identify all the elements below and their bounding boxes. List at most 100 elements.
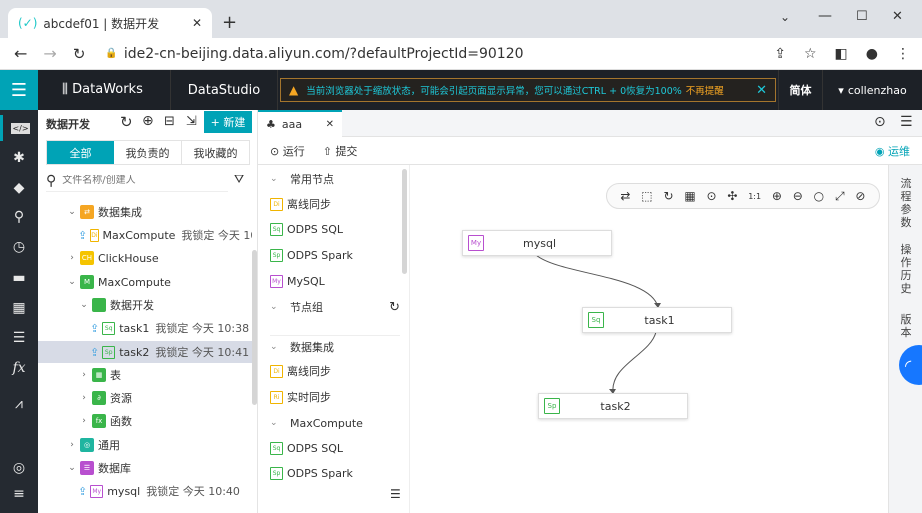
expand-arrow-icon[interactable]: › xyxy=(66,440,78,450)
canvas-tool-icon[interactable]: ⤢ xyxy=(835,189,845,204)
profile-icon[interactable]: ● xyxy=(866,46,878,62)
tree-item[interactable]: › ▦ 表 xyxy=(38,364,252,386)
dont-remind-link[interactable]: 不再提醒 xyxy=(686,83,724,97)
tab-mine[interactable]: 我负责的 xyxy=(114,141,182,164)
maximize-icon[interactable]: ☐ xyxy=(856,9,868,24)
share-icon[interactable]: ⇪ xyxy=(774,46,786,62)
canvas-tool-icon[interactable]: ⊖ xyxy=(793,189,803,203)
new-button[interactable]: + 新建 xyxy=(204,111,252,133)
more-menu-icon[interactable]: ≡ xyxy=(0,481,38,507)
canvas-tool-icon[interactable]: ✣ xyxy=(727,189,737,203)
tab-search-icon[interactable]: ⌄ xyxy=(780,10,790,24)
tree-item[interactable]: ⌄ ⇄ 数据集成 xyxy=(38,201,252,223)
palette-item[interactable]: My MySQL xyxy=(270,270,400,292)
function-icon[interactable]: fx xyxy=(0,355,38,381)
canvas-tool-icon[interactable]: ⊘ xyxy=(855,189,865,203)
forward-icon[interactable]: → xyxy=(43,44,56,63)
import-icon[interactable]: ⇲ xyxy=(186,114,197,129)
palette-group[interactable]: ⌄ 常用节点 xyxy=(270,168,400,190)
tree-item[interactable]: › CH ClickHouse xyxy=(38,247,252,269)
expand-arrow-icon[interactable]: ⌄ xyxy=(78,300,90,310)
toolbox-icon[interactable]: ▬ xyxy=(0,265,38,291)
tree-item[interactable]: › ∂ 资源 xyxy=(38,387,252,409)
filter-icon[interactable]: ⛛ xyxy=(234,172,244,187)
expand-arrow-icon[interactable]: › xyxy=(78,393,90,403)
data-dev-icon[interactable]: </> xyxy=(0,115,38,141)
expand-arrow-icon[interactable]: ⌄ xyxy=(66,463,78,473)
workflow-node[interactable]: Sq task1 xyxy=(582,307,732,333)
tree-item[interactable]: ⇪ My mysql 我锁定 今天 10:40 xyxy=(38,480,252,502)
tree-item[interactable]: ⌄ 数据开发 xyxy=(38,294,252,316)
close-tab-icon[interactable]: ✕ xyxy=(326,119,334,130)
tree-item[interactable]: ⇪DiMaxCompute 我锁定 今天 10: xyxy=(38,224,252,246)
palette-collapse-icon[interactable]: ☰ xyxy=(390,487,401,501)
locate-icon[interactable]: ⊕ xyxy=(142,113,154,129)
tab-menu-icon[interactable]: ☰ xyxy=(900,114,913,130)
palette-item[interactable]: Sq ODPS SQL xyxy=(270,218,400,240)
ops-link[interactable]: ◉ 运维 xyxy=(875,143,910,159)
url-field[interactable]: ide2-cn-beijing.data.aliyun.com/?default… xyxy=(124,46,524,62)
close-window-icon[interactable]: ✕ xyxy=(892,9,903,24)
canvas-tool-icon[interactable]: 1:1 xyxy=(748,192,761,201)
refresh-icon[interactable]: ↻ xyxy=(120,113,133,131)
language-switch[interactable]: 简体 xyxy=(778,70,822,110)
components-icon[interactable]: ✱ xyxy=(0,145,38,171)
canvas-tool-icon[interactable]: ▦ xyxy=(684,189,695,203)
palette-item[interactable]: Sq ODPS SQL xyxy=(270,437,400,459)
tree-item[interactable]: › fx 函数 xyxy=(38,410,252,432)
palette-item[interactable]: Di 离线同步 xyxy=(270,193,400,215)
canvas-tool-icon[interactable]: ⊕ xyxy=(772,189,782,203)
module-switcher[interactable]: DataStudio xyxy=(170,70,278,110)
collapse-icon[interactable]: ⊟ xyxy=(164,114,175,129)
expand-arrow-icon[interactable]: › xyxy=(78,370,90,380)
browser-tab[interactable]: (✓) abcdef01 | 数据开发 ✕ xyxy=(8,8,212,38)
new-tab-icon[interactable]: + xyxy=(222,12,237,33)
palette-scrollbar[interactable] xyxy=(402,169,407,274)
tree-item[interactable]: ⇪ Sq task1 我锁定 今天 10:38 xyxy=(38,317,252,339)
tree-item[interactable]: ⌄ ☰ 数据库 xyxy=(38,457,252,479)
clock-icon[interactable]: ◷ xyxy=(0,234,38,260)
reload-icon[interactable]: ↻ xyxy=(73,45,86,63)
lineage-icon[interactable]: ⩘ xyxy=(0,391,38,417)
canvas-tool-icon[interactable]: ⇄ xyxy=(620,189,630,203)
palette-group[interactable]: ⌄ 数据集成 xyxy=(270,335,400,357)
cube-icon[interactable]: ◆ xyxy=(0,175,38,201)
editor-tab[interactable]: ♣ aaa ✕ xyxy=(258,110,342,137)
list-settings-icon[interactable]: ☰ xyxy=(0,325,38,351)
hamburger-icon[interactable]: ☰ xyxy=(0,70,38,110)
tab-all[interactable]: 全部 xyxy=(47,141,114,164)
workflow-node[interactable]: My mysql xyxy=(462,230,612,256)
tab-favorites[interactable]: 我收藏的 xyxy=(182,141,249,164)
bookmark-icon[interactable]: ☆ xyxy=(804,46,817,62)
expand-arrow-icon[interactable]: › xyxy=(66,253,78,263)
palette-item[interactable]: Sp ODPS Spark xyxy=(270,462,400,484)
palette-item[interactable]: Ri 实时同步 xyxy=(270,386,400,408)
canvas-tool-icon[interactable]: ↻ xyxy=(663,189,673,203)
submit-button[interactable]: ⇧ 提交 xyxy=(323,143,358,159)
tree-item[interactable]: ⌄ M MaxCompute xyxy=(38,271,252,293)
brand-logo[interactable]: ⫼ DataWorks xyxy=(62,82,143,97)
tree-item[interactable]: ⇪ Sp task2 我锁定 今天 10:41 xyxy=(38,341,252,363)
user-menu[interactable]: ▾ collenzhao xyxy=(822,70,922,110)
minimize-icon[interactable]: — xyxy=(818,8,832,24)
palette-item[interactable]: Di 离线同步 xyxy=(270,360,400,382)
expand-arrow-icon[interactable]: ⌄ xyxy=(66,277,78,287)
palette-group[interactable]: ⌄ 节点组 ↻ xyxy=(270,296,400,318)
workflow-canvas[interactable]: ⇄ ⬚ ↻ ▦ ⊙ ✣ 1:1 ⊕ ⊖ ○ ⤢ ⊘ My mysql Sq task1 Sp task2 xyxy=(410,165,888,513)
menu-icon[interactable]: ⋮ xyxy=(896,46,910,62)
expand-arrow-icon[interactable]: ⌄ xyxy=(66,207,78,217)
sidebar-icon[interactable]: ◧ xyxy=(835,46,848,62)
settings-icon[interactable]: ◎ xyxy=(0,455,38,481)
canvas-tool-icon[interactable]: ⬚ xyxy=(641,189,652,203)
close-banner-icon[interactable]: ✕ xyxy=(756,83,767,98)
history-tab[interactable]: 操作历史 xyxy=(899,243,913,295)
search-icon[interactable]: ⚲ xyxy=(0,204,38,230)
palette-item[interactable]: Sp ODPS Spark xyxy=(270,244,400,266)
flow-params-tab[interactable]: 流程参数 xyxy=(899,177,913,229)
canvas-tool-icon[interactable]: ⊙ xyxy=(706,189,716,203)
search-input[interactable] xyxy=(62,175,213,186)
expand-arrow-icon[interactable]: › xyxy=(78,416,90,426)
back-icon[interactable]: ← xyxy=(14,44,27,63)
palette-group[interactable]: ⌄ MaxCompute xyxy=(270,412,400,434)
tree-scrollbar[interactable] xyxy=(252,250,257,405)
